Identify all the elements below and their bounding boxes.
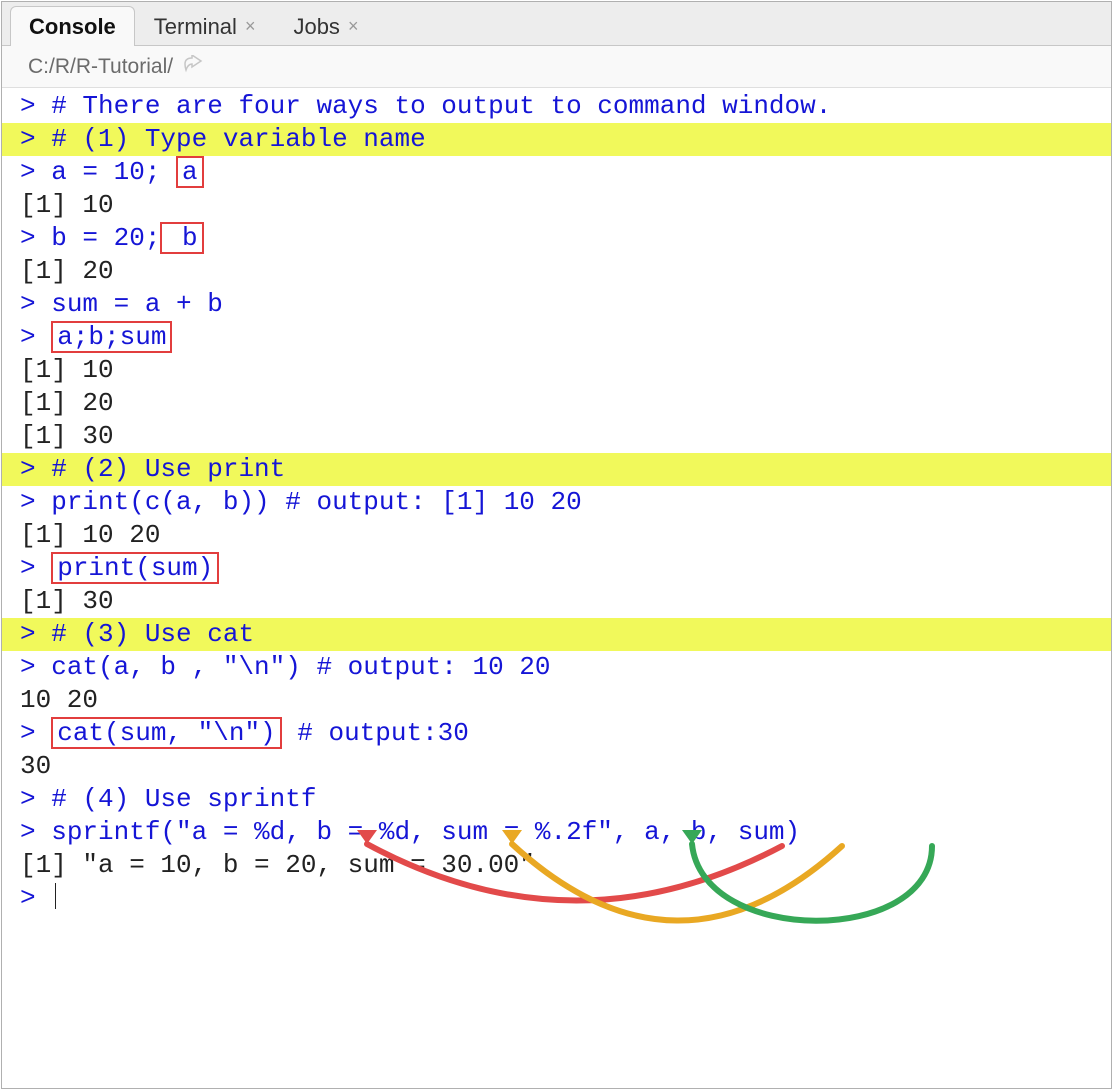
prompt-symbol: >	[20, 223, 51, 253]
code-text: a = 10;	[51, 157, 176, 187]
code-text: # (1) Type variable name	[51, 124, 425, 154]
share-icon[interactable]	[183, 55, 203, 79]
prompt-symbol: >	[20, 553, 51, 583]
console-input-line: > # (1) Type variable name	[2, 123, 1111, 156]
console-output-line: [1] "a = 10, b = 20, sum = 30.00"	[2, 849, 1111, 882]
output-text: [1] 30	[20, 421, 114, 451]
tab-console[interactable]: Console	[10, 6, 135, 46]
code-text: # There are four ways to output to comma…	[51, 91, 831, 121]
console-input-line: > print(sum)	[2, 552, 1111, 585]
prompt-symbol: >	[20, 454, 51, 484]
console-input-line: > print(c(a, b)) # output: [1] 10 20	[2, 486, 1111, 519]
prompt-symbol: >	[20, 817, 51, 847]
output-text: 10 20	[20, 685, 98, 715]
code-text: # output:30	[282, 718, 469, 748]
tab-jobs[interactable]: Jobs ×	[274, 6, 377, 46]
code-text: b = 20;	[51, 223, 160, 253]
prompt-symbol: >	[20, 718, 51, 748]
output-text: [1] 20	[20, 388, 114, 418]
tab-label: Console	[29, 14, 116, 40]
workdir-bar: C:/R/R-Tutorial/	[2, 46, 1111, 88]
tab-label: Terminal	[154, 14, 237, 40]
tabbar: Console Terminal × Jobs ×	[2, 2, 1111, 46]
prompt-symbol: >	[20, 289, 51, 319]
console-output-line: [1] 20	[2, 255, 1111, 288]
console-output[interactable]: I > # There are four ways to output to c…	[2, 90, 1111, 1088]
console-input-line: > # (2) Use print	[2, 453, 1111, 486]
console-output-line: [1] 30	[2, 420, 1111, 453]
close-icon[interactable]: ×	[348, 16, 359, 37]
code-text: # (4) Use sprintf	[51, 784, 316, 814]
code-text: cat(a, b , "\n") # output: 10 20	[51, 652, 550, 682]
output-text: [1] 10 20	[20, 520, 160, 550]
tab-label: Jobs	[293, 14, 339, 40]
output-text: [1] 10	[20, 190, 114, 220]
workdir-path: C:/R/R-Tutorial/	[28, 55, 173, 79]
output-text: [1] 20	[20, 256, 114, 286]
console-input-line: > sum = a + b	[2, 288, 1111, 321]
code-text: print(c(a, b)) # output: [1] 10 20	[51, 487, 582, 517]
highlighted-code: print(sum)	[51, 552, 219, 584]
prompt-symbol: >	[20, 157, 51, 187]
console-input-line: > cat(a, b , "\n") # output: 10 20	[2, 651, 1111, 684]
prompt-symbol: >	[20, 91, 51, 121]
console-output-line: [1] 10 20	[2, 519, 1111, 552]
console-input-line: >	[2, 882, 1111, 915]
close-icon[interactable]: ×	[245, 16, 256, 37]
console-output-line: [1] 20	[2, 387, 1111, 420]
console-output-line: 10 20	[2, 684, 1111, 717]
code-text: sprintf("a = %d, b = %d, sum = %.2f", a,…	[51, 817, 800, 847]
console-output-line: 30	[2, 750, 1111, 783]
highlighted-code: a	[176, 156, 204, 188]
prompt-symbol: >	[20, 487, 51, 517]
prompt-symbol: >	[20, 619, 51, 649]
output-text: 30	[20, 751, 51, 781]
console-input-line: > a;b;sum	[2, 321, 1111, 354]
highlighted-code: b	[160, 222, 203, 254]
prompt-symbol: >	[20, 124, 51, 154]
code-text: # (2) Use print	[51, 454, 285, 484]
console-input-line: > # (4) Use sprintf	[2, 783, 1111, 816]
prompt-symbol: >	[20, 652, 51, 682]
input-cursor	[55, 883, 56, 909]
console-input-line: > # There are four ways to output to com…	[2, 90, 1111, 123]
output-text: [1] "a = 10, b = 20, sum = 30.00"	[20, 850, 535, 880]
output-text: [1] 10	[20, 355, 114, 385]
console-output-line: [1] 10	[2, 354, 1111, 387]
console-input-line: > cat(sum, "\n") # output:30	[2, 717, 1111, 750]
console-input-line: > b = 20; b	[2, 222, 1111, 255]
highlighted-code: cat(sum, "\n")	[51, 717, 281, 749]
console-output-line: [1] 10	[2, 189, 1111, 222]
console-input-line: > a = 10; a	[2, 156, 1111, 189]
console-pane: Console Terminal × Jobs × C:/R/R-Tutorial/ I…	[1, 1, 1112, 1089]
code-text: # (3) Use cat	[51, 619, 254, 649]
console-output-line: [1] 30	[2, 585, 1111, 618]
tab-terminal[interactable]: Terminal ×	[135, 6, 275, 46]
highlighted-code: a;b;sum	[51, 321, 172, 353]
console-input-line: > # (3) Use cat	[2, 618, 1111, 651]
prompt-symbol: >	[20, 883, 51, 913]
prompt-symbol: >	[20, 322, 51, 352]
output-text: [1] 30	[20, 586, 114, 616]
prompt-symbol: >	[20, 784, 51, 814]
code-text: sum = a + b	[51, 289, 223, 319]
console-input-line: > sprintf("a = %d, b = %d, sum = %.2f", …	[2, 816, 1111, 849]
